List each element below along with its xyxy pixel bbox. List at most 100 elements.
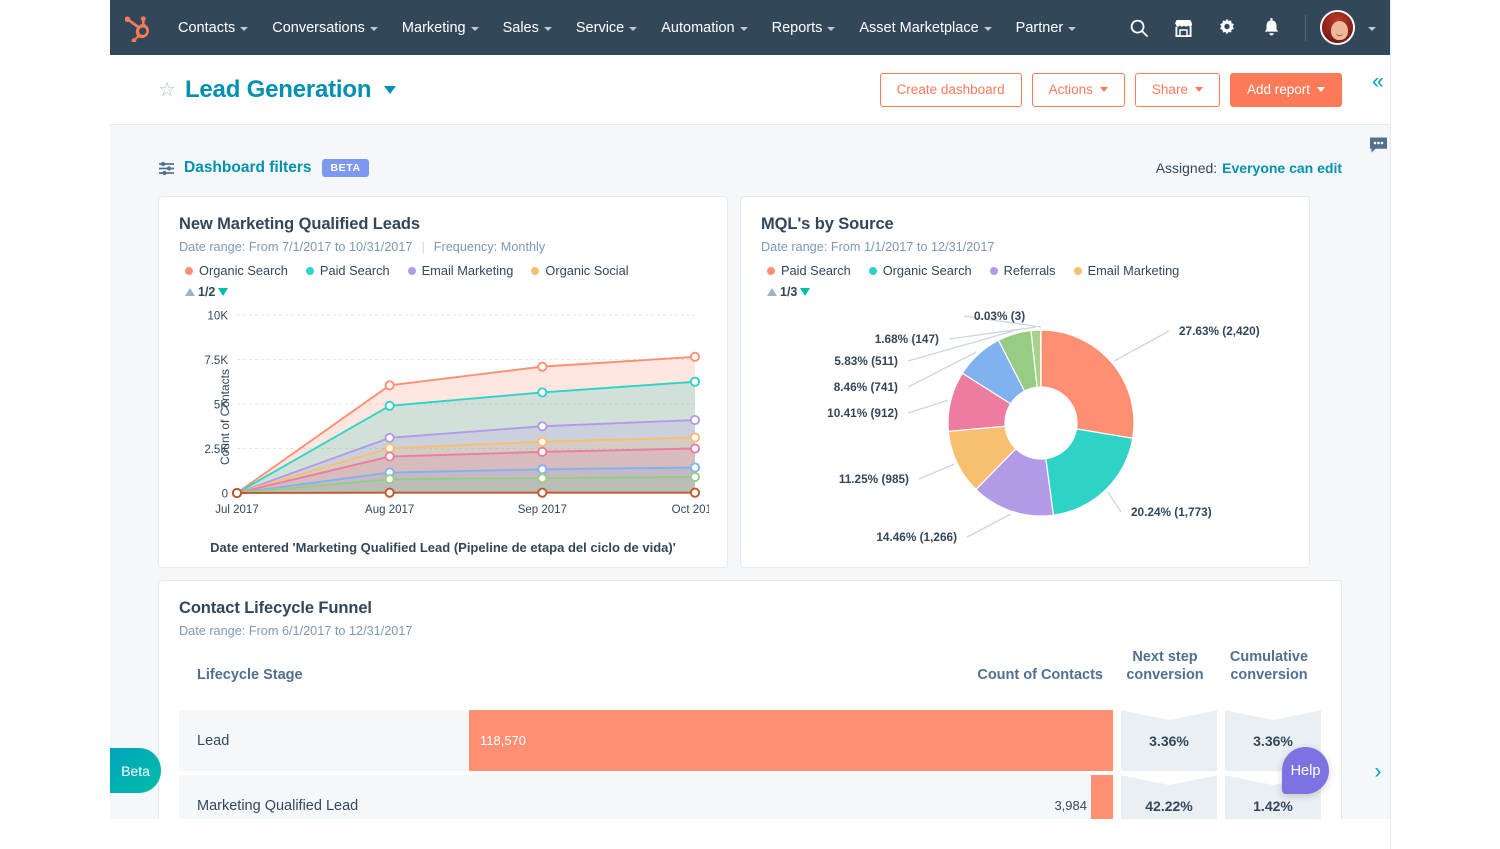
nav-item-automation[interactable]: Automation bbox=[649, 0, 759, 55]
assigned-value[interactable]: Everyone can edit bbox=[1222, 160, 1342, 176]
right-rail: « › bbox=[1369, 0, 1500, 849]
actions-button[interactable]: Actions bbox=[1031, 72, 1125, 107]
legend-item-paid-search[interactable]: Paid Search bbox=[767, 263, 851, 278]
funnel-bar-track: 3,984 bbox=[469, 775, 1113, 819]
report-title: MQL's by Source bbox=[761, 215, 894, 233]
funnel-row-marketing-qualified-lead[interactable]: Marketing Qualified Lead 3,984 42.22% 1.… bbox=[179, 775, 1321, 819]
area-chart-svg: 02.5K5K7.5K10KJul 2017 Aug 2017 Sep 2017 Oc… bbox=[204, 311, 718, 517]
reports-row: New Marketing Qualified Leads Date range… bbox=[110, 177, 1390, 568]
donut-slice-label: 8.46% (741) bbox=[834, 380, 898, 394]
legend-color-swatch bbox=[407, 266, 416, 275]
donut-slice-label: 14.46% (1,266) bbox=[876, 530, 957, 544]
nav-item-label: Partner bbox=[1015, 19, 1064, 36]
create-dashboard-button[interactable]: Create dashboard bbox=[879, 72, 1022, 107]
legend-label: Organic Search bbox=[199, 263, 288, 278]
assigned-status: Assigned: Everyone can edit bbox=[1156, 160, 1342, 176]
add-report-button[interactable]: Add report bbox=[1229, 72, 1342, 107]
pager-value: 1/2 bbox=[198, 285, 216, 299]
pager-value: 1/3 bbox=[780, 285, 798, 299]
legend-label: Referrals bbox=[1003, 263, 1056, 278]
share-button[interactable]: Share bbox=[1134, 72, 1220, 107]
chevron-down-icon[interactable] bbox=[1368, 26, 1376, 31]
chevron-down-icon bbox=[240, 26, 249, 31]
chevron-right-icon[interactable]: › bbox=[1358, 752, 1398, 792]
notifications-icon[interactable] bbox=[1251, 8, 1291, 48]
hubspot-logo[interactable] bbox=[110, 14, 166, 42]
nav-item-label: Reports bbox=[771, 19, 823, 36]
chevron-down-icon bbox=[827, 26, 836, 31]
funnel-bar-value: 118,570 bbox=[480, 733, 527, 749]
donut-slice-label: 20.24% (1,773) bbox=[1131, 505, 1212, 519]
funnel-col-next-step: Next step conversion bbox=[1126, 649, 1204, 684]
pager-next-icon[interactable] bbox=[218, 288, 229, 296]
pager-previous-icon[interactable] bbox=[767, 288, 777, 296]
funnel-col-count: Count of Contacts bbox=[977, 667, 1103, 684]
report-title: Contact Lifecycle Funnel bbox=[179, 599, 372, 617]
legend-label: Organic Search bbox=[882, 263, 972, 278]
donut-slice-label: 5.83% (511) bbox=[834, 354, 898, 368]
top-navigation-bar: Contacts Conversations Marketing Sales S… bbox=[110, 0, 1390, 55]
legend-item-organic-search[interactable]: Organic Search bbox=[185, 263, 288, 278]
nav-item-conversations[interactable]: Conversations bbox=[260, 0, 390, 55]
report-card-mql-by-source: MQL's by Source Date range: From 1/1/201… bbox=[740, 196, 1310, 568]
funnel-row-lead[interactable]: Lead 118,570 3.36% 3.36% bbox=[179, 710, 1321, 772]
nav-item-sales[interactable]: Sales bbox=[491, 0, 564, 55]
nav-item-marketing[interactable]: Marketing bbox=[390, 0, 491, 55]
gear-icon[interactable] bbox=[1207, 8, 1247, 48]
chevron-down-icon bbox=[369, 26, 378, 31]
nav-item-service[interactable]: Service bbox=[564, 0, 649, 55]
legend-label: Email Marketing bbox=[1087, 263, 1180, 278]
nav-item-asset-marketplace[interactable]: Asset Marketplace bbox=[847, 0, 1003, 55]
search-icon[interactable] bbox=[1119, 8, 1159, 48]
y-axis-title: Count of Contacts bbox=[218, 368, 233, 466]
funnel-next-step-cell: 42.22% bbox=[1121, 775, 1217, 819]
next-step-conversion-value: 42.22% bbox=[1145, 797, 1193, 814]
funnel-stage-label: Lead bbox=[179, 710, 469, 772]
chat-bubble-icon[interactable] bbox=[1358, 125, 1398, 165]
app-root: Contacts Conversations Marketing Sales S… bbox=[0, 0, 1500, 849]
assigned-label: Assigned: bbox=[1155, 160, 1218, 176]
marketplace-icon[interactable] bbox=[1163, 8, 1203, 48]
left-gutter bbox=[0, 0, 110, 849]
area-chart: Count of Contacts 0 2.5K 5K 7.5K 10K Jul 2017… bbox=[179, 301, 718, 533]
svg-text:Oct 2017: Oct 2017 bbox=[672, 504, 709, 516]
dashboard-filter-bar: Dashboard filters BETA Assigned: Everyone… bbox=[110, 125, 1390, 177]
legend-item-organic-social[interactable]: Organic Social bbox=[531, 263, 629, 278]
chart-legend: Organic Search Paid Search Email Marketi… bbox=[179, 263, 707, 278]
chevron-down-icon bbox=[629, 26, 638, 31]
subtitle-divider: | bbox=[421, 240, 425, 254]
legend-pager: 1/2 bbox=[179, 285, 707, 299]
report-title: New Marketing Qualified Leads bbox=[179, 215, 420, 233]
legend-item-email-marketing[interactable]: Email Marketing bbox=[407, 263, 513, 278]
legend-item-organic-search[interactable]: Organic Search bbox=[868, 263, 972, 278]
svg-text:10K: 10K bbox=[208, 311, 229, 323]
favorite-star-icon[interactable]: ☆ bbox=[158, 80, 176, 100]
chevron-down-icon bbox=[1068, 26, 1077, 31]
avatar[interactable] bbox=[1320, 10, 1355, 45]
pager-next-icon[interactable] bbox=[800, 288, 811, 296]
donut-slice-label: 10.41% (912) bbox=[827, 406, 898, 420]
nav-item-partner[interactable]: Partner bbox=[1004, 0, 1089, 55]
chevron-down-icon bbox=[983, 26, 992, 31]
beta-feedback-tab[interactable]: Beta bbox=[110, 748, 161, 793]
page-title: Lead Generation bbox=[184, 75, 372, 103]
report-card-new-mql: New Marketing Qualified Leads Date range… bbox=[158, 196, 728, 568]
legend-color-swatch bbox=[989, 266, 998, 275]
dashboard-switcher-chevron-down-icon[interactable] bbox=[384, 85, 397, 94]
help-button[interactable]: Help bbox=[1282, 747, 1329, 794]
nav-item-reports[interactable]: Reports bbox=[760, 0, 848, 55]
pager-previous-icon[interactable] bbox=[185, 288, 195, 296]
legend-item-paid-search[interactable]: Paid Search bbox=[305, 263, 390, 278]
report-subtitle: Date range: From 1/1/2017 to 12/31/2017 bbox=[761, 240, 1289, 254]
filters-icon[interactable] bbox=[158, 161, 175, 176]
nav-divider bbox=[1305, 14, 1306, 41]
nav-item-contacts[interactable]: Contacts bbox=[166, 0, 260, 55]
chevron-down-icon bbox=[1099, 87, 1108, 92]
header-actions: Create dashboard Actions Share Add repor… bbox=[879, 72, 1342, 107]
dashboard-filters-label[interactable]: Dashboard filters bbox=[184, 159, 311, 177]
chevron-double-left-icon[interactable]: « bbox=[1358, 62, 1398, 102]
nav-item-label: Automation bbox=[661, 19, 735, 36]
legend-item-email-marketing[interactable]: Email Marketing bbox=[1073, 263, 1180, 278]
legend-color-swatch bbox=[531, 266, 540, 275]
legend-item-referrals[interactable]: Referrals bbox=[989, 263, 1056, 278]
